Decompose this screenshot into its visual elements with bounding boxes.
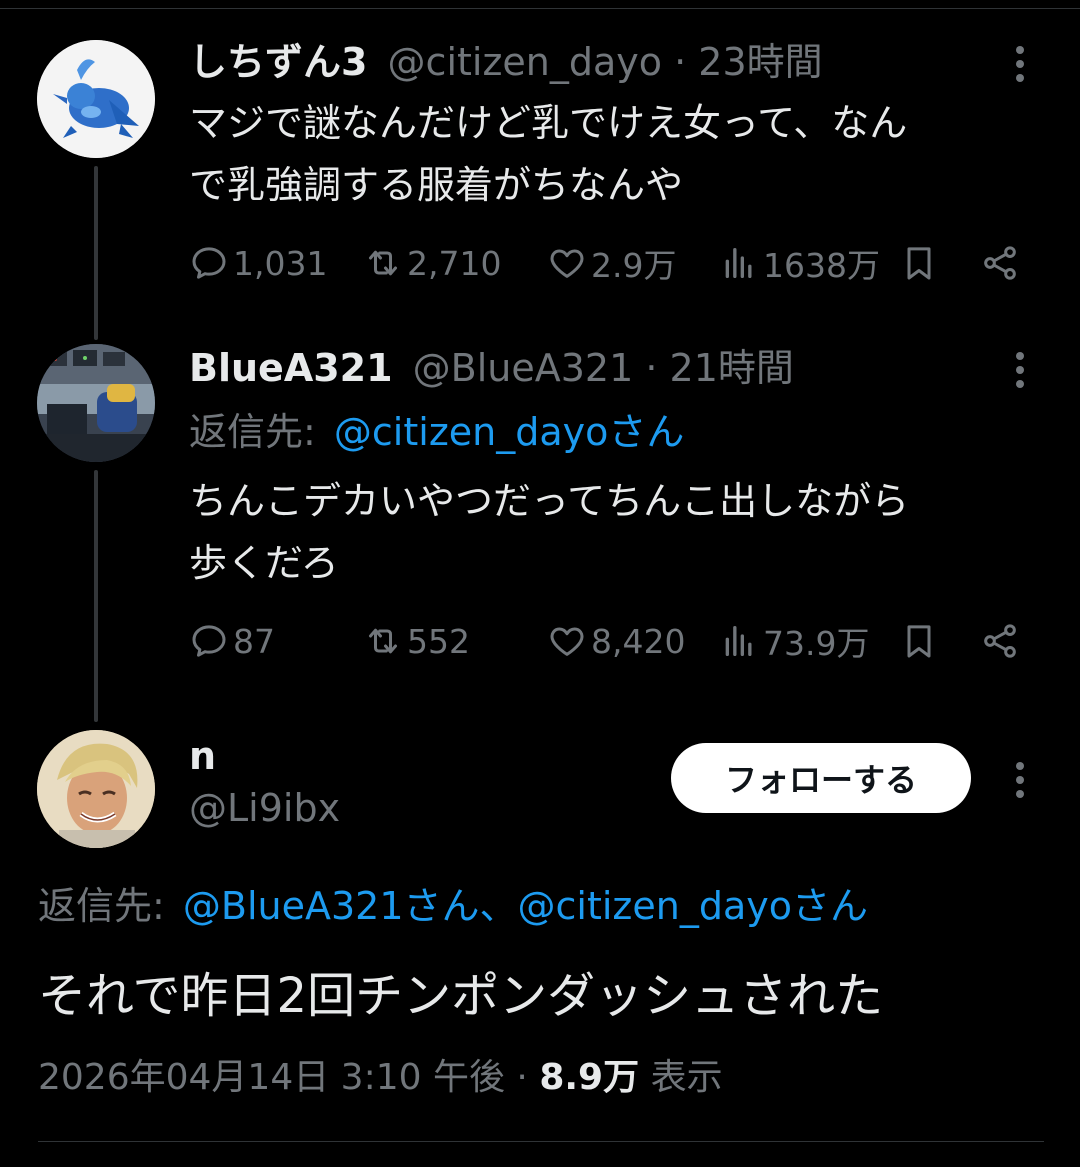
timestamp[interactable]: 23時間 <box>698 40 822 84</box>
reply-context: 返信先: @BlueA321さん、@citizen_dayoさん <box>38 884 868 930</box>
dot-icon <box>1016 776 1024 784</box>
handle[interactable]: @citizen_dayo <box>388 40 662 84</box>
main-display-name[interactable]: n <box>189 734 216 780</box>
repost-icon <box>369 250 397 276</box>
reply-to-link[interactable]: @BlueA321さん、@citizen_dayoさん <box>183 884 868 928</box>
handle[interactable]: @BlueA321 <box>413 346 634 390</box>
action-bar: 87 552 8,420 73.9万 <box>189 618 1029 664</box>
share-icon <box>984 624 1016 658</box>
tweet-text: マジで謎なんだけど乳でけえ女って、なん で乳強調する服着がちなんや <box>189 92 907 216</box>
dot-icon <box>1016 46 1024 54</box>
views-button[interactable]: 1638万 <box>719 240 880 286</box>
thread-connector <box>94 470 98 722</box>
reply-to-link[interactable]: @citizen_dayoさん <box>334 410 684 454</box>
cockpit-photo-avatar-icon <box>37 344 155 462</box>
bookmark-icon <box>907 625 931 658</box>
post-timestamp[interactable]: 2026年04月14日 3:10 午後 <box>38 1057 505 1098</box>
avatar[interactable] <box>37 344 155 462</box>
view-label: 表示 <box>650 1057 723 1098</box>
dot-icon <box>1016 74 1024 82</box>
separator: · <box>516 1057 528 1098</box>
heart-icon <box>550 249 584 278</box>
tweet-header: しちずん3 @citizen_dayo · 23時間 <box>189 40 823 86</box>
share-icon <box>984 246 1016 280</box>
more-options-button[interactable] <box>1014 46 1026 88</box>
reply-icon <box>192 625 226 657</box>
timestamp[interactable]: 21時間 <box>670 346 794 390</box>
tweet-text-line: ちんこデカいやつだってちんこ出しながら <box>189 479 910 523</box>
display-name[interactable]: しちずん3 <box>189 40 367 84</box>
anime-character-avatar-icon <box>37 730 155 848</box>
like-count: 8,420 <box>591 621 686 661</box>
repost-button[interactable]: 552 <box>363 618 470 664</box>
repost-icon <box>369 628 397 654</box>
reply-button[interactable]: 87 <box>189 618 275 664</box>
bookmark-icon <box>907 247 931 280</box>
tweet-meta: 2026年04月14日 3:10 午後 · 8.9万 表示 <box>38 1056 723 1099</box>
blue-bird-avatar-icon <box>37 40 155 158</box>
bookmark-button[interactable] <box>897 618 941 664</box>
reply-button[interactable]: 1,031 <box>189 240 327 286</box>
view-count: 73.9万 <box>763 624 870 663</box>
repost-button[interactable]: 2,710 <box>363 240 501 286</box>
like-button[interactable]: 8,420 <box>547 618 685 664</box>
avatar[interactable] <box>37 40 155 158</box>
bookmark-button[interactable] <box>897 240 941 286</box>
reply-count: 1,031 <box>233 243 328 283</box>
tweet-text-line: 歩くだろ <box>189 541 339 585</box>
separator: · <box>674 40 687 84</box>
tweet-header: BlueA321 @BlueA321 · 21時間 <box>189 346 794 392</box>
bottom-divider <box>38 1141 1044 1142</box>
reply-context: 返信先: @citizen_dayoさん <box>189 410 684 456</box>
reply-label: 返信先: <box>38 884 165 928</box>
views-icon <box>725 248 752 278</box>
action-bar: 1,031 2,710 2.9万 1638万 <box>189 240 1029 286</box>
top-divider <box>0 8 1080 9</box>
like-button[interactable]: 2.9万 <box>547 240 676 286</box>
tweet-text-line: マジで謎なんだけど乳でけえ女って、なん <box>189 101 908 145</box>
main-tweet-text: それで昨日2回チンポンダッシュされた <box>38 968 884 1024</box>
dot-icon <box>1016 790 1024 798</box>
share-button[interactable] <box>978 618 1022 664</box>
dot-icon <box>1016 60 1024 68</box>
tweet-text-line: で乳強調する服着がちなんや <box>189 163 684 207</box>
dot-icon <box>1016 366 1024 374</box>
reply-icon <box>192 247 226 279</box>
more-options-button[interactable] <box>1014 762 1026 804</box>
view-count: 8.9万 <box>539 1057 640 1098</box>
views-icon <box>725 626 752 656</box>
views-button[interactable]: 73.9万 <box>719 618 869 664</box>
repost-count: 2,710 <box>407 243 502 283</box>
share-button[interactable] <box>978 240 1022 286</box>
like-count: 2.9万 <box>591 246 677 285</box>
dot-icon <box>1016 352 1024 360</box>
main-handle[interactable]: @Li9ibx <box>189 786 340 832</box>
view-count: 1638万 <box>763 246 880 285</box>
reply-count: 87 <box>233 621 275 661</box>
tweet-text: ちんこデカいやつだってちんこ出しながら 歩くだろ <box>189 470 909 594</box>
separator: · <box>645 346 658 390</box>
more-options-button[interactable] <box>1014 352 1026 394</box>
display-name[interactable]: BlueA321 <box>189 346 393 390</box>
dot-icon <box>1016 380 1024 388</box>
dot-icon <box>1016 762 1024 770</box>
follow-button[interactable]: フォローする <box>671 743 971 813</box>
repost-count: 552 <box>407 621 470 661</box>
avatar[interactable] <box>37 730 155 848</box>
heart-icon <box>550 627 584 656</box>
reply-label: 返信先: <box>189 410 316 454</box>
thread-connector <box>94 166 98 340</box>
